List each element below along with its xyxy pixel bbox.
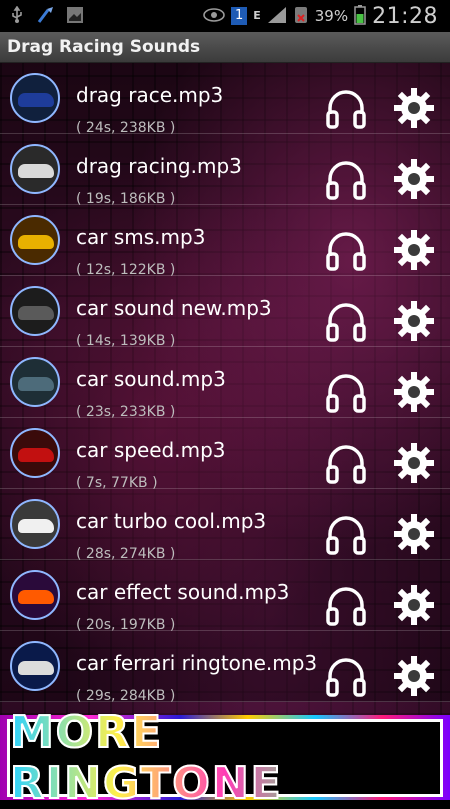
car-thumbnail-icon	[10, 357, 60, 407]
list-item[interactable]: car sound new.mp3 ( 14s, 139KB )	[0, 276, 450, 349]
car-thumbnail-icon	[10, 215, 60, 265]
gear-icon[interactable]	[392, 157, 436, 201]
sound-name: car turbo cool.mp3	[76, 509, 267, 533]
sound-name: drag race.mp3	[76, 83, 224, 107]
car-thumbnail-icon	[10, 73, 60, 123]
banner-text: MORE RINGTONE	[9, 706, 440, 809]
eye-icon	[203, 7, 225, 25]
gear-icon[interactable]	[392, 583, 436, 627]
sound-meta: ( 29s, 284KB )	[76, 688, 176, 704]
car-icon	[18, 448, 54, 462]
list-item[interactable]: car turbo cool.mp3 ( 28s, 274KB )	[0, 489, 450, 562]
car-thumbnail-icon	[10, 286, 60, 336]
car-thumbnail-icon	[10, 144, 60, 194]
car-thumbnail-icon	[10, 570, 60, 620]
car-icon	[18, 661, 54, 675]
image-icon	[66, 6, 84, 27]
list-item[interactable]: car ferrari ringtone.mp3 ( 29s, 284KB )	[0, 631, 450, 704]
usb-icon	[8, 5, 26, 27]
banner-frame: MORE RINGTONE	[7, 706, 443, 809]
sim-label: 1	[234, 8, 244, 23]
headphones-icon[interactable]	[324, 157, 368, 201]
sound-name: car sound new.mp3	[76, 296, 272, 320]
headphones-icon[interactable]	[324, 370, 368, 414]
gear-icon[interactable]	[392, 228, 436, 272]
headphones-icon[interactable]	[324, 86, 368, 130]
headphones-icon[interactable]	[324, 228, 368, 272]
sound-name: drag racing.mp3	[76, 154, 242, 178]
car-icon	[18, 235, 54, 249]
headphones-icon[interactable]	[324, 654, 368, 698]
list-item[interactable]: drag racing.mp3 ( 19s, 186KB )	[0, 134, 450, 207]
gear-icon[interactable]	[392, 370, 436, 414]
car-icon	[18, 164, 54, 178]
car-icon	[18, 93, 54, 107]
status-bar: 1 E 39% 21:28	[0, 0, 450, 32]
gear-icon[interactable]	[392, 299, 436, 343]
battery-icon	[354, 4, 366, 28]
signal-icon	[267, 6, 287, 27]
sound-name: car sound.mp3	[76, 367, 226, 391]
headphones-icon[interactable]	[324, 583, 368, 627]
list-item[interactable]: car sms.mp3 ( 12s, 122KB )	[0, 205, 450, 278]
car-icon	[18, 519, 54, 533]
network-type-label: E	[253, 9, 261, 22]
more-ringtone-banner[interactable]: MORE RINGTONE	[0, 706, 450, 809]
no-sim-icon	[293, 6, 309, 27]
gear-icon[interactable]	[392, 512, 436, 556]
sound-name: car effect sound.mp3	[76, 580, 290, 604]
gear-icon[interactable]	[392, 86, 436, 130]
app-title: Drag Racing Sounds	[7, 37, 201, 57]
clean-master-icon	[36, 6, 56, 27]
gear-icon[interactable]	[392, 654, 436, 698]
app-title-bar: Drag Racing Sounds	[0, 32, 450, 63]
gear-icon[interactable]	[392, 441, 436, 485]
headphones-icon[interactable]	[324, 299, 368, 343]
clock: 21:28	[372, 3, 438, 29]
car-thumbnail-icon	[10, 641, 60, 691]
car-thumbnail-icon	[10, 428, 60, 478]
sound-name: car speed.mp3	[76, 438, 226, 462]
car-icon	[18, 590, 54, 604]
sound-name: car sms.mp3	[76, 225, 206, 249]
battery-percent: 39%	[314, 7, 349, 25]
car-icon	[18, 377, 54, 391]
car-thumbnail-icon	[10, 499, 60, 549]
headphones-icon[interactable]	[324, 512, 368, 556]
sound-list[interactable]: drag race.mp3 ( 24s, 238KB ) drag racing…	[0, 63, 450, 715]
list-item[interactable]: car speed.mp3 ( 7s, 77KB )	[0, 418, 450, 491]
car-icon	[18, 306, 54, 320]
list-item[interactable]: car effect sound.mp3 ( 20s, 197KB )	[0, 560, 450, 633]
list-item[interactable]: car sound.mp3 ( 23s, 233KB )	[0, 347, 450, 420]
sound-name: car ferrari ringtone.mp3	[76, 651, 318, 675]
headphones-icon[interactable]	[324, 441, 368, 485]
list-item[interactable]: drag race.mp3 ( 24s, 238KB )	[0, 63, 450, 136]
sim-icon: 1	[230, 7, 248, 25]
